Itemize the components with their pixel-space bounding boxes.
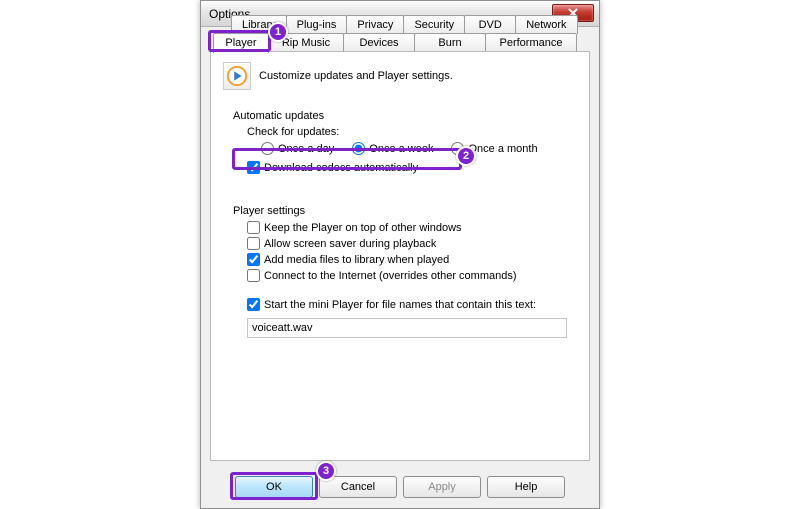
tab-dvd[interactable]: DVD [464,15,516,34]
player-settings-title: Player settings [233,205,305,217]
annotation-badge-2: 2 [456,146,476,166]
ok-button[interactable]: OK [235,476,313,498]
tab-plugins[interactable]: Plug-ins [286,15,348,34]
header-row: Customize updates and Player settings. [223,62,577,90]
check-updates-label: Check for updates: [247,126,567,138]
player-settings-group: Player settings Keep the Player on top o… [223,197,577,348]
tab-devices[interactable]: Devices [343,33,415,52]
update-frequency-row: Once a day Once a week Once a month [261,142,567,155]
automatic-updates-group: Automatic updates Check for updates: Onc… [223,102,577,187]
help-button[interactable]: Help [487,476,565,498]
add-media-checkbox[interactable]: Add media files to library when played [247,253,567,266]
download-codecs-checkbox[interactable]: Download codecs automatically [247,161,567,174]
automatic-updates-title: Automatic updates [233,110,324,122]
allow-screensaver-checkbox[interactable]: Allow screen saver during playback [247,237,567,250]
mini-player-checkbox[interactable]: Start the mini Player for file names tha… [247,298,567,311]
mini-player-text-input[interactable] [247,318,567,338]
radio-once-a-day[interactable]: Once a day [261,142,334,155]
options-dialog: Options Library Plug-ins Privacy Securit… [200,0,600,509]
tab-content: Customize updates and Player settings. A… [210,51,590,461]
tab-player[interactable]: Player [213,33,269,53]
annotation-badge-3: 3 [316,461,336,481]
tab-row-bottom: Player Rip Music Devices Burn Performanc… [213,33,576,53]
wmp-icon [223,62,251,90]
apply-button[interactable]: Apply [403,476,481,498]
header-text: Customize updates and Player settings. [259,70,453,82]
tab-performance[interactable]: Performance [485,33,577,52]
radio-once-a-week[interactable]: Once a week [352,142,433,155]
tab-security[interactable]: Security [403,15,465,34]
dialog-button-row: OK Cancel Apply Help [201,476,599,498]
tab-network[interactable]: Network [515,15,577,34]
tab-burn[interactable]: Burn [414,33,486,52]
keep-on-top-checkbox[interactable]: Keep the Player on top of other windows [247,221,567,234]
connect-internet-checkbox[interactable]: Connect to the Internet (overrides other… [247,269,567,282]
tab-privacy[interactable]: Privacy [346,15,404,34]
annotation-badge-1: 1 [268,22,288,42]
